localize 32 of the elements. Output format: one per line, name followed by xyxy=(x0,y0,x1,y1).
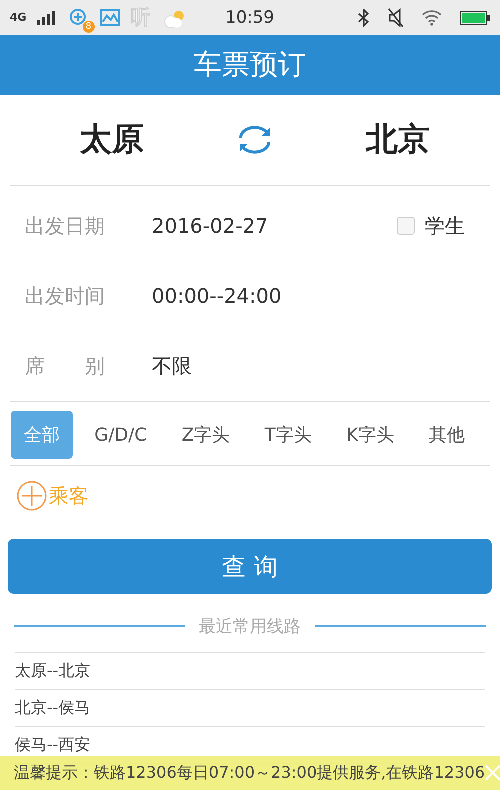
train-type-tab[interactable]: Z字头 xyxy=(168,411,244,459)
battery-icon xyxy=(460,10,490,24)
student-label: 学生 xyxy=(425,212,465,240)
arrival-city[interactable]: 北京 xyxy=(366,118,430,162)
mute-icon xyxy=(388,8,404,28)
screen-title: 车票预订 xyxy=(194,47,306,83)
field-value[interactable]: 不限 xyxy=(152,352,192,380)
train-type-tab[interactable]: 其他 xyxy=(416,411,478,459)
field-label: 出发时间 xyxy=(25,282,106,310)
recent-route[interactable]: 太原--北京 xyxy=(15,653,485,690)
section-title: 最近常用线路 xyxy=(199,616,301,638)
field-label: 出发日期 xyxy=(25,212,106,240)
field-value[interactable]: 00:00--24:00 xyxy=(152,284,282,308)
plus-circle-icon xyxy=(17,481,47,511)
close-icon[interactable] xyxy=(485,765,500,781)
notification-badge: 8 xyxy=(82,20,95,32)
train-type-tab[interactable]: T字头 xyxy=(252,411,325,459)
recent-route[interactable]: 北京--侯马 xyxy=(15,690,485,727)
date-value[interactable]: 2016-02-27 xyxy=(152,214,268,238)
departure-city[interactable]: 太原 xyxy=(80,118,144,162)
clock-time: 10:59 xyxy=(226,8,274,28)
bluetooth-icon xyxy=(358,8,370,26)
image-icon xyxy=(98,8,121,28)
network-label: 4G xyxy=(10,11,27,24)
student-checkbox[interactable] xyxy=(397,217,415,235)
plus-circle-icon xyxy=(68,8,89,28)
wifi-icon xyxy=(422,10,442,26)
field-label: 席 别 xyxy=(25,352,106,380)
train-type-tab[interactable]: G/D/C xyxy=(82,411,160,459)
train-type-tab[interactable]: K字头 xyxy=(333,411,408,459)
notice-text: 温馨提示：铁路12306每日07:00～23:00提供服务,在铁路12306 xyxy=(14,762,486,784)
query-button[interactable]: 查 询 xyxy=(8,539,492,594)
